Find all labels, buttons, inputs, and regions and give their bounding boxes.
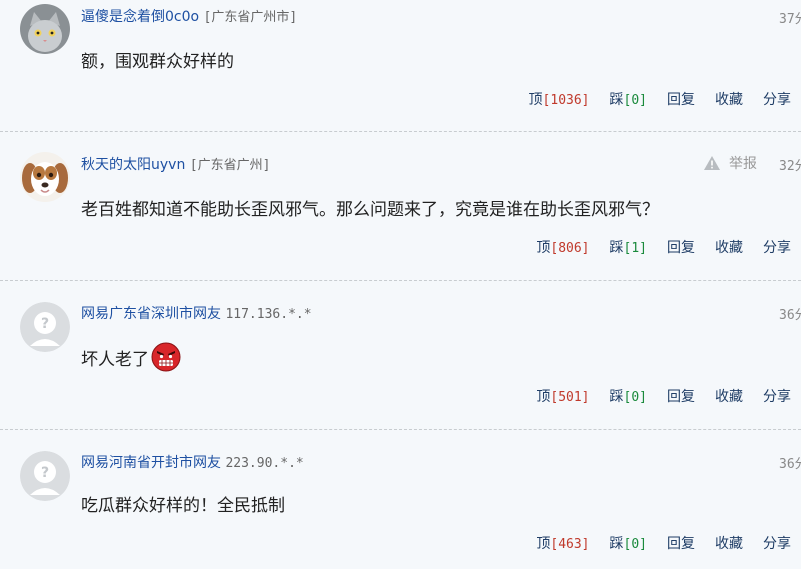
share-button[interactable]: 分享 bbox=[763, 89, 791, 109]
share-button[interactable]: 分享 bbox=[763, 237, 791, 257]
comment-item: 逼傻是念着倒0c0o [广东省广州市] 37分 额，围观群众好样的 顶[1036… bbox=[0, 0, 801, 132]
comment-actions: 顶[1036] 踩[0] 回复 收藏 分享 bbox=[529, 89, 791, 109]
upvote-count: [806] bbox=[550, 241, 590, 256]
collect-button[interactable]: 收藏 bbox=[715, 533, 743, 553]
comment-text: 吃瓜群众好样的！全民抵制 bbox=[81, 496, 285, 516]
upvote-count: [463] bbox=[550, 537, 590, 552]
downvote-count: [0] bbox=[623, 93, 647, 108]
comment-item: 秋天的太阳uyvn [广东省广州] 举报 32分 老百姓都知道不能助长歪风邪气。… bbox=[0, 131, 801, 281]
downvote-count: [1] bbox=[623, 241, 647, 256]
reply-button[interactable]: 回复 bbox=[667, 533, 695, 553]
share-button[interactable]: 分享 bbox=[763, 533, 791, 553]
angry-face-emoji bbox=[151, 342, 181, 372]
comment-actions: 顶[463] 踩[0] 回复 收藏 分享 bbox=[536, 533, 791, 553]
user-ip: 223.90.*.* bbox=[225, 456, 304, 471]
report-button[interactable]: 举报 bbox=[703, 153, 757, 173]
svg-text:?: ? bbox=[41, 316, 49, 332]
collect-button[interactable]: 收藏 bbox=[715, 89, 743, 109]
upvote-count: [501] bbox=[550, 390, 590, 405]
comment-text: 老百姓都知道不能助长歪风邪气。那么问题来了，究竟是谁在助长歪风邪气？ bbox=[81, 200, 659, 220]
comment-actions: 顶[806] 踩[1] 回复 收藏 分享 bbox=[536, 237, 791, 257]
comment-item: ? 网易河南省开封市网友 223.90.*.* 36分 吃瓜群众好样的！全民抵制… bbox=[0, 429, 801, 569]
comment-time: 36分 bbox=[779, 457, 801, 472]
upvote-button[interactable]: 顶[806] bbox=[536, 237, 589, 257]
comment-item: ? 网易广东省深圳市网友 117.136.*.* 36分 坏人老了 顶[501]… bbox=[0, 280, 801, 430]
comment-text: 额，围观群众好样的 bbox=[81, 52, 234, 72]
comment-time: 36分 bbox=[779, 308, 801, 323]
comment-time: 37分 bbox=[779, 12, 801, 27]
default-user-avatar[interactable]: ? bbox=[20, 302, 70, 352]
username-link[interactable]: 秋天的太阳uyvn bbox=[81, 157, 185, 173]
comment-actions: 顶[501] 踩[0] 回复 收藏 分享 bbox=[536, 386, 791, 406]
downvote-count: [0] bbox=[623, 390, 647, 405]
comment-meta: 网易河南省开封市网友 223.90.*.* bbox=[81, 452, 304, 472]
upvote-button[interactable]: 顶[501] bbox=[536, 386, 589, 406]
upvote-button[interactable]: 顶[1036] bbox=[529, 89, 590, 109]
user-ip: 117.136.*.* bbox=[225, 307, 312, 322]
report-label: 举报 bbox=[729, 156, 757, 172]
username-link[interactable]: 逼傻是念着倒0c0o bbox=[81, 9, 199, 25]
default-user-avatar[interactable]: ? bbox=[20, 451, 70, 501]
user-location: [广东省广州] bbox=[189, 158, 271, 173]
downvote-button[interactable]: 踩[0] bbox=[610, 386, 647, 406]
reply-button[interactable]: 回复 bbox=[667, 89, 695, 109]
cat-avatar[interactable] bbox=[20, 4, 70, 54]
downvote-button[interactable]: 踩[0] bbox=[610, 89, 647, 109]
reply-button[interactable]: 回复 bbox=[667, 237, 695, 257]
svg-text:?: ? bbox=[41, 465, 49, 481]
reply-button[interactable]: 回复 bbox=[667, 386, 695, 406]
collect-button[interactable]: 收藏 bbox=[715, 237, 743, 257]
user-location: [广东省广州市] bbox=[203, 10, 298, 25]
comment-time: 32分 bbox=[779, 159, 801, 174]
downvote-button[interactable]: 踩[0] bbox=[610, 533, 647, 553]
upvote-count: [1036] bbox=[542, 93, 590, 108]
username-link[interactable]: 网易广东省深圳市网友 bbox=[81, 306, 221, 322]
comment-meta: 网易广东省深圳市网友 117.136.*.* bbox=[81, 303, 312, 323]
comment-meta: 秋天的太阳uyvn [广东省广州] bbox=[81, 154, 270, 174]
username-link[interactable]: 网易河南省开封市网友 bbox=[81, 455, 221, 471]
dog-avatar[interactable] bbox=[20, 152, 70, 202]
warning-icon bbox=[704, 156, 720, 170]
upvote-button[interactable]: 顶[463] bbox=[536, 533, 589, 553]
downvote-button[interactable]: 踩[1] bbox=[610, 237, 647, 257]
comment-text: 坏人老了 bbox=[81, 342, 181, 372]
collect-button[interactable]: 收藏 bbox=[715, 386, 743, 406]
share-button[interactable]: 分享 bbox=[763, 386, 791, 406]
downvote-count: [0] bbox=[623, 537, 647, 552]
comment-meta: 逼傻是念着倒0c0o [广东省广州市] bbox=[81, 6, 297, 26]
